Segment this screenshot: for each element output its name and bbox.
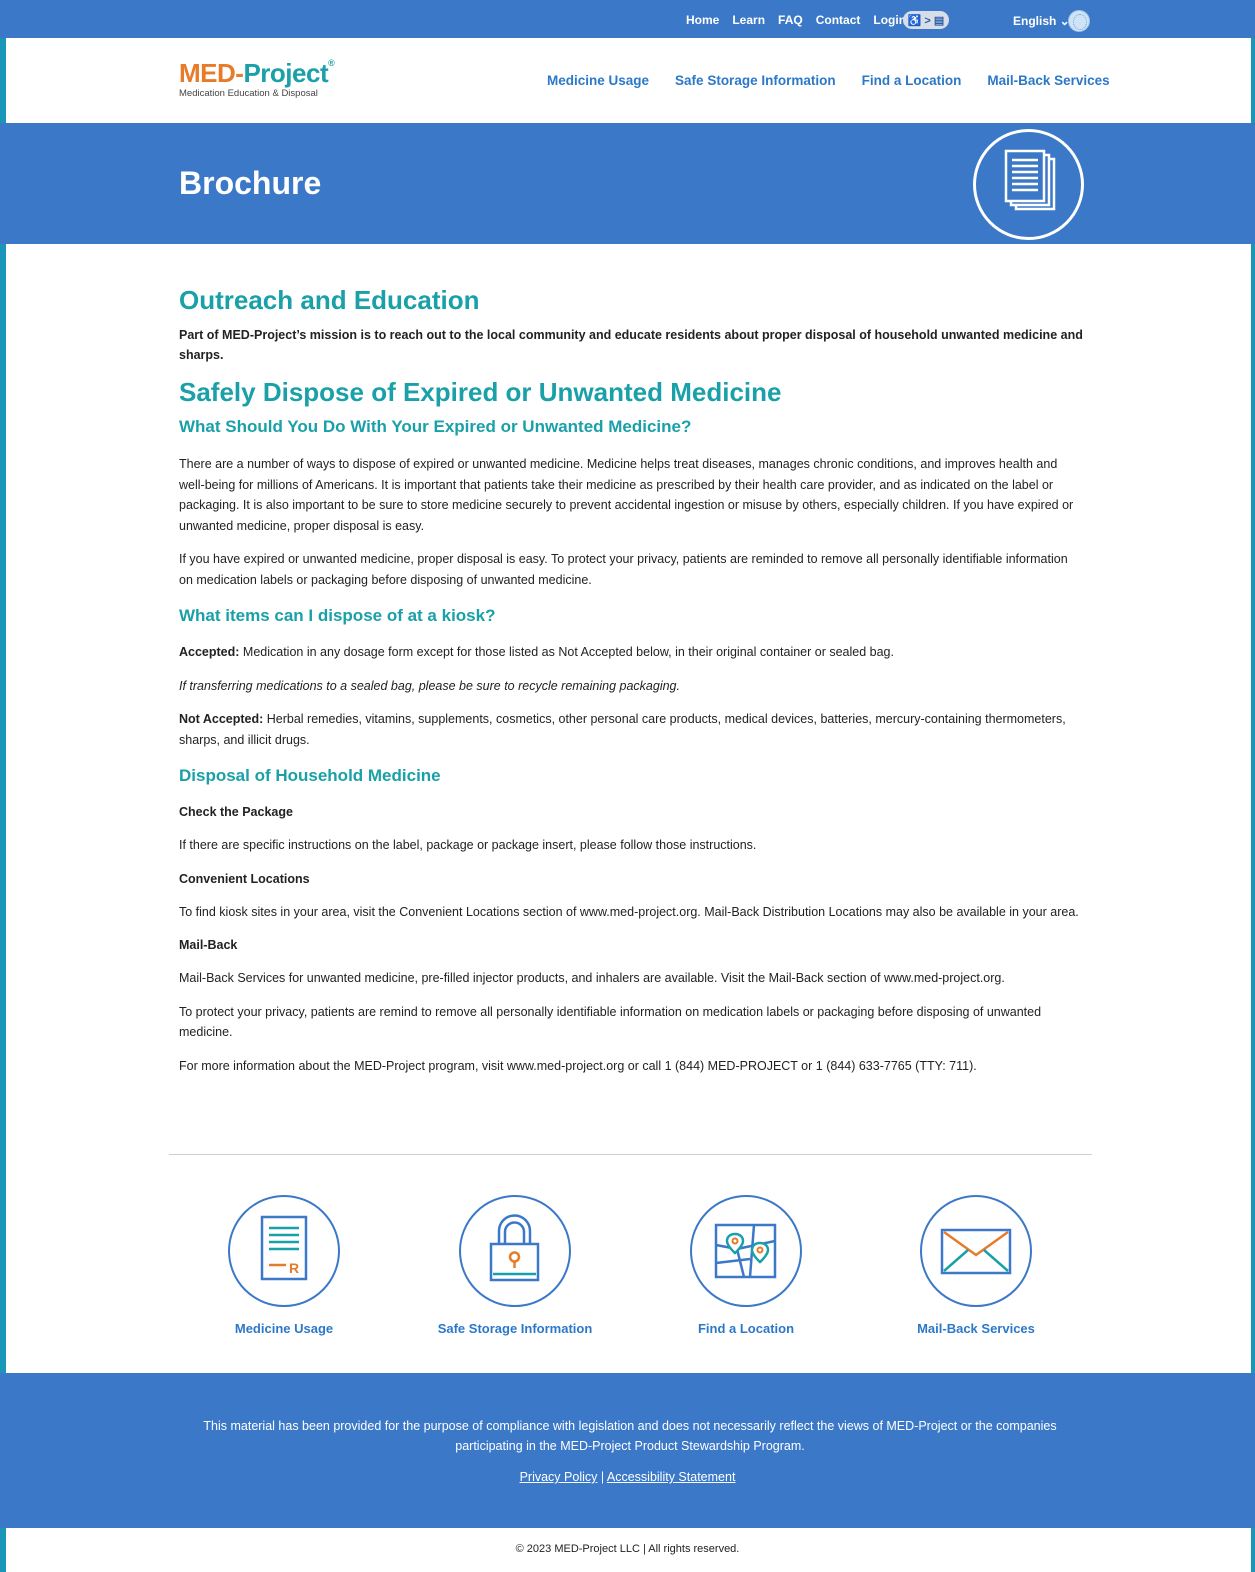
utility-links: Home Learn FAQ Contact Login [686,13,919,27]
utility-bar: Home Learn FAQ Contact Login ♿ > ▤ Engli… [0,0,1255,38]
nav-mail-back[interactable]: Mail-Back Services [987,73,1109,88]
utility-link-contact[interactable]: Contact [816,13,861,27]
svg-text:R: R [289,1260,299,1276]
envelope-icon [920,1195,1032,1307]
main-nav: Medicine Usage Safe Storage Information … [547,73,1110,88]
section-divider [169,1154,1092,1155]
kiosk-heading: What items can I dispose of at a kiosk? [179,606,496,625]
more-info-text: For more information about the MED-Proje… [179,1058,977,1073]
language-selector[interactable]: English ⌄ [1013,14,1070,28]
mail-back-label: Mail-Back [179,938,238,952]
transfer-note: If transferring medications to a sealed … [179,676,1084,697]
privacy-policy-link[interactable]: Privacy Policy [520,1470,598,1484]
logo[interactable]: MED-Project® Medication Education & Disp… [179,58,335,99]
document-stack-icon [973,129,1084,240]
footer: This material has been provided for the … [0,1373,1255,1528]
logo-tagline: Medication Education & Disposal [179,88,318,99]
footer-disclaimer: This material has been provided for the … [203,1419,1057,1453]
accessibility-toggle[interactable]: ♿ > ▤ [903,11,949,29]
logo-wordmark: MED-Project® [179,58,335,89]
outreach-lead: Part of MED-Project’s mission is to reac… [179,328,1083,362]
accessibility-statement-link[interactable]: Accessibility Statement [607,1470,736,1484]
check-package-label: Check the Package [179,805,293,819]
prescription-document-icon: R [228,1195,340,1307]
nav-safe-storage[interactable]: Safe Storage Information [675,73,836,88]
feature-safe-storage[interactable]: Safe Storage Information [435,1195,595,1336]
accepted-text: Medication in any dosage form except for… [239,645,894,659]
feature-label-safe-storage[interactable]: Safe Storage Information [435,1321,595,1336]
feature-mail-back[interactable]: Mail-Back Services [896,1195,1056,1336]
dispose-heading: Safely Dispose of Expired or Unwanted Me… [179,377,782,407]
not-accepted-paragraph: Not Accepted: Herbal remedies, vitamins,… [179,709,1084,750]
what-paragraph-1: There are a number of ways to dispose of… [179,457,1074,533]
feature-label-medicine-usage[interactable]: Medicine Usage [204,1321,364,1336]
convenient-locations-label: Convenient Locations [179,871,310,886]
logo-project: Project [243,58,329,88]
page-title: Brochure [179,165,322,201]
household-heading: Disposal of Household Medicine [179,766,441,785]
feature-find-location[interactable]: Find a Location [666,1195,826,1336]
outreach-heading: Outreach and Education [179,285,480,315]
transfer-note-text: If transferring medications to a sealed … [179,678,680,693]
globe-icon[interactable] [1068,10,1090,32]
footer-links: Privacy Policy | Accessibility Statement [0,1470,1255,1484]
privacy-text: To protect your privacy, patients are re… [179,1004,1042,1040]
not-accepted-text: Herbal remedies, vitamins, supplements, … [179,712,1066,747]
not-accepted-label: Not Accepted: [179,712,264,726]
feature-label-mail-back[interactable]: Mail-Back Services [896,1321,1056,1336]
nav-find-location[interactable]: Find a Location [862,73,962,88]
utility-link-faq[interactable]: FAQ [778,13,803,27]
page-banner: Brochure [0,123,1255,244]
utility-link-login[interactable]: Login [873,13,906,27]
copyright: © 2023 MED-Project LLC | All rights rese… [515,1543,740,1555]
logo-registered: ® [328,58,335,68]
what-paragraph-2: If you have expired or unwanted medicine… [179,552,1068,587]
nav-medicine-usage[interactable]: Medicine Usage [547,73,649,88]
check-package-text: If there are specific instructions on th… [179,838,757,852]
feature-medicine-usage[interactable]: R Medicine Usage [204,1195,364,1336]
utility-link-learn[interactable]: Learn [732,13,765,27]
accepted-label: Accepted: [179,645,240,659]
utility-link-home[interactable]: Home [686,13,719,27]
map-pin-icon [690,1195,802,1307]
padlock-icon [459,1195,571,1307]
footer-link-separator: | [597,1470,607,1484]
mail-back-text: Mail-Back Services for unwanted medicine… [179,971,1005,985]
feature-label-find-location[interactable]: Find a Location [666,1321,826,1336]
logo-med: MED [179,58,236,88]
main-content: Outreach and Education Part of MED-Proje… [179,284,1084,1076]
what-heading: What Should You Do With Your Expired or … [179,417,692,436]
convenient-locations-text: To find kiosk sites in your area, visit … [179,904,1079,919]
accepted-paragraph: Accepted: Medication in any dosage form … [179,642,1084,663]
